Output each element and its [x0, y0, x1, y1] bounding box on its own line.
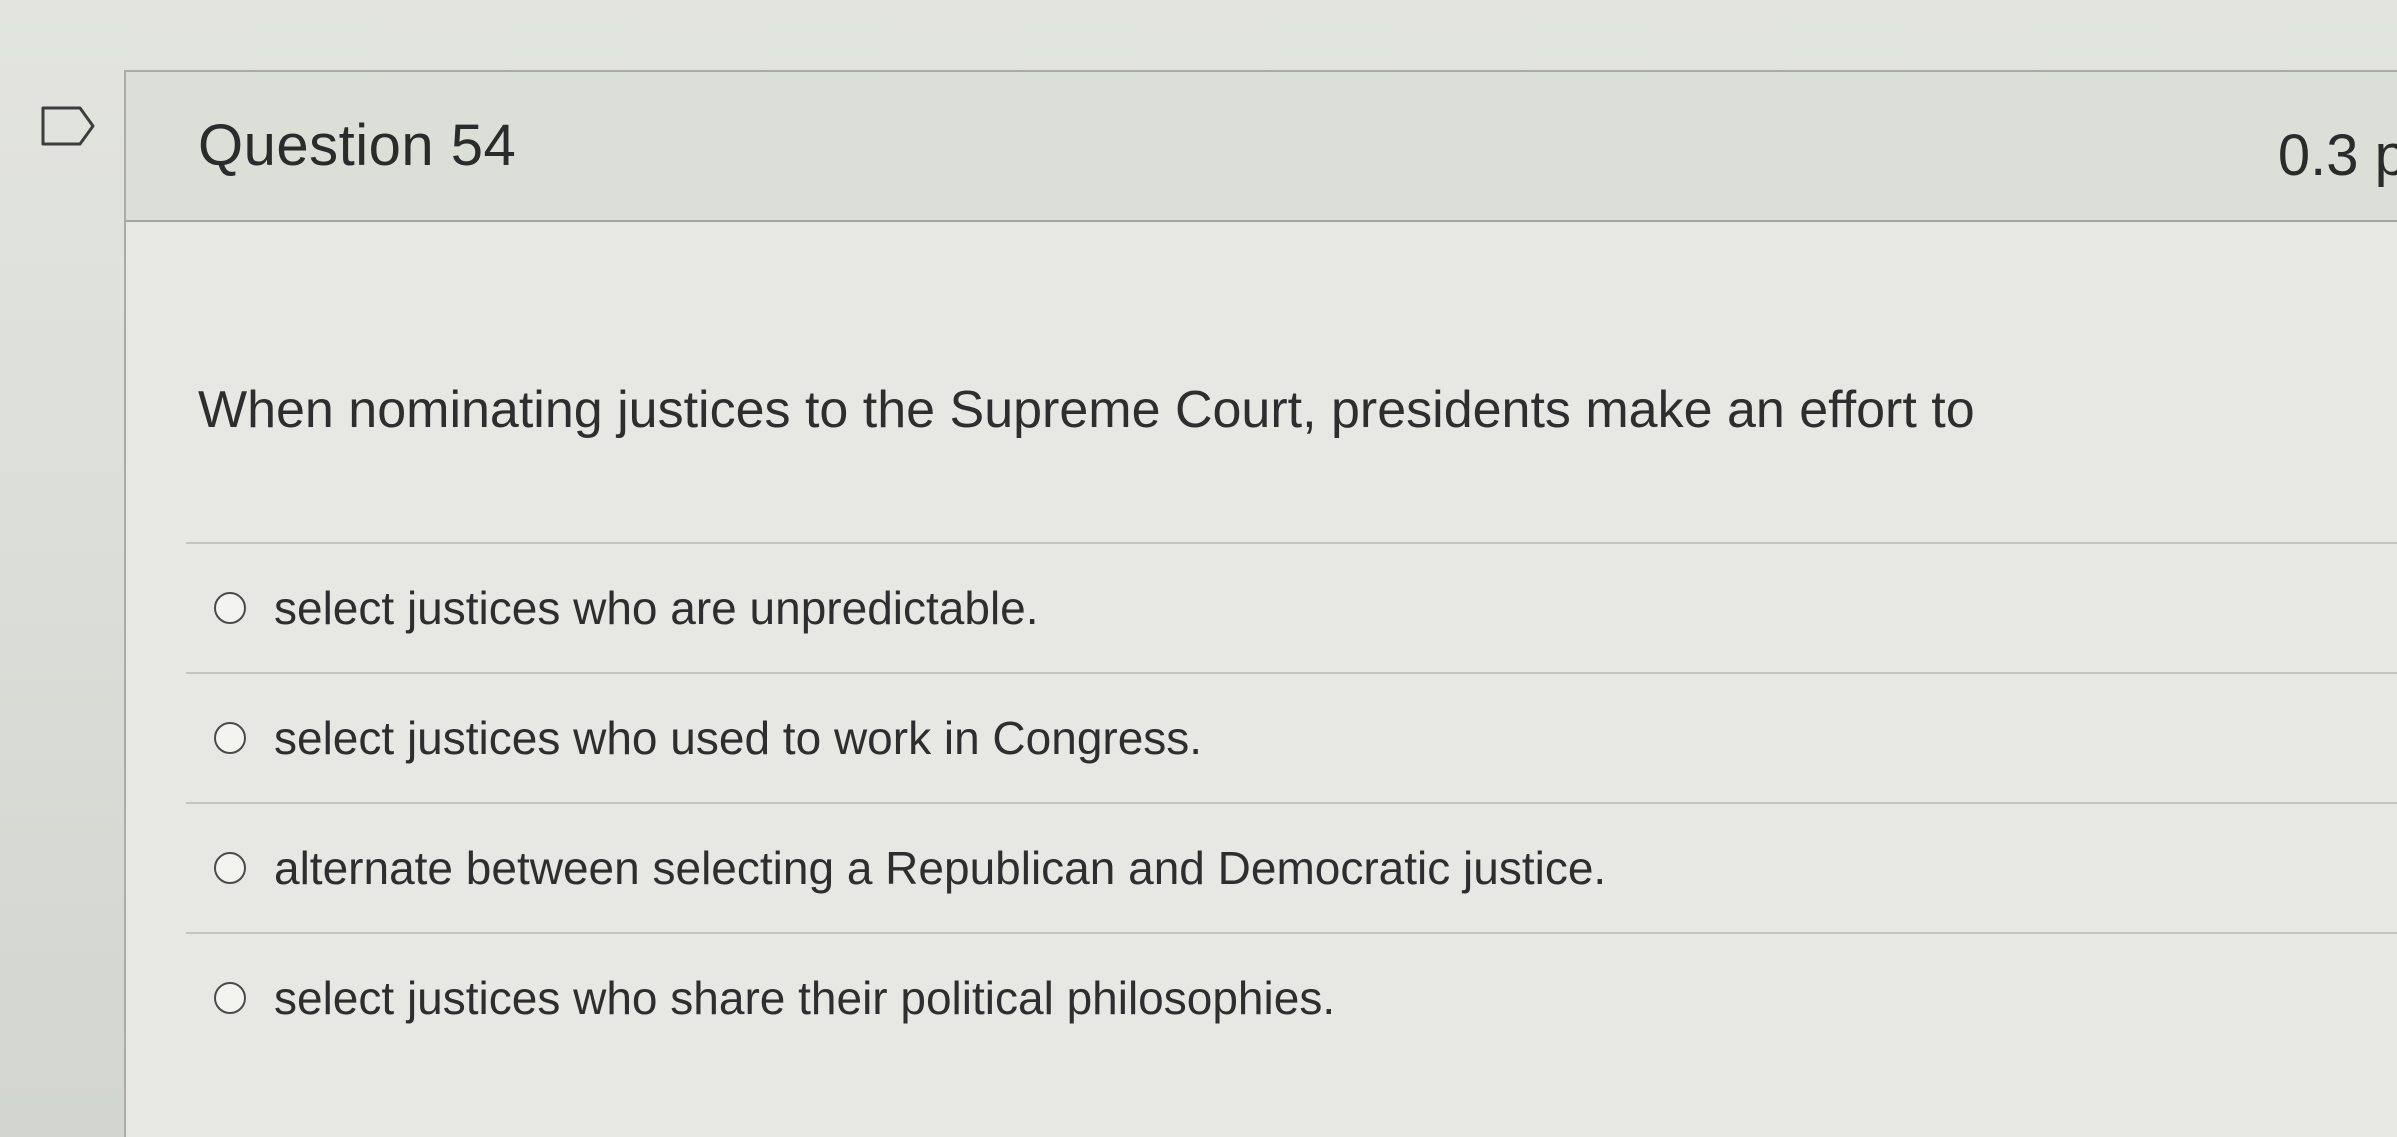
question-points: 0.3 pts [2277, 123, 2397, 188]
bookmark-flag-icon[interactable] [40, 105, 96, 147]
answer-list: select justices who are unpredictable. s… [186, 542, 2397, 1062]
question-text: When nominating justices to the Supreme … [198, 381, 1975, 439]
answer-label[interactable]: select justices who used to work in Cong… [274, 711, 1202, 765]
answer-option[interactable]: select justices who are unpredictable. [186, 542, 2397, 672]
answer-label[interactable]: select justices who are unpredictable. [274, 581, 1039, 635]
answer-option[interactable]: select justices who used to work in Cong… [186, 672, 2397, 802]
question-header: Question 54 0.3 pts [126, 72, 2397, 222]
question-title: Question 54 [198, 113, 517, 178]
answer-option[interactable]: alternate between selecting a Republican… [186, 802, 2397, 932]
radio-button[interactable] [214, 852, 246, 884]
question-card: Question 54 0.3 pts When nominating just… [124, 70, 2397, 1137]
radio-button[interactable] [214, 592, 246, 624]
answer-label[interactable]: select justices who share their politica… [274, 971, 1335, 1025]
quiz-page: Question 54 0.3 pts When nominating just… [0, 0, 2397, 1137]
radio-button[interactable] [214, 982, 246, 1014]
answer-label[interactable]: alternate between selecting a Republican… [274, 841, 1606, 895]
answer-option[interactable]: select justices who share their politica… [186, 932, 2397, 1062]
radio-button[interactable] [214, 722, 246, 754]
